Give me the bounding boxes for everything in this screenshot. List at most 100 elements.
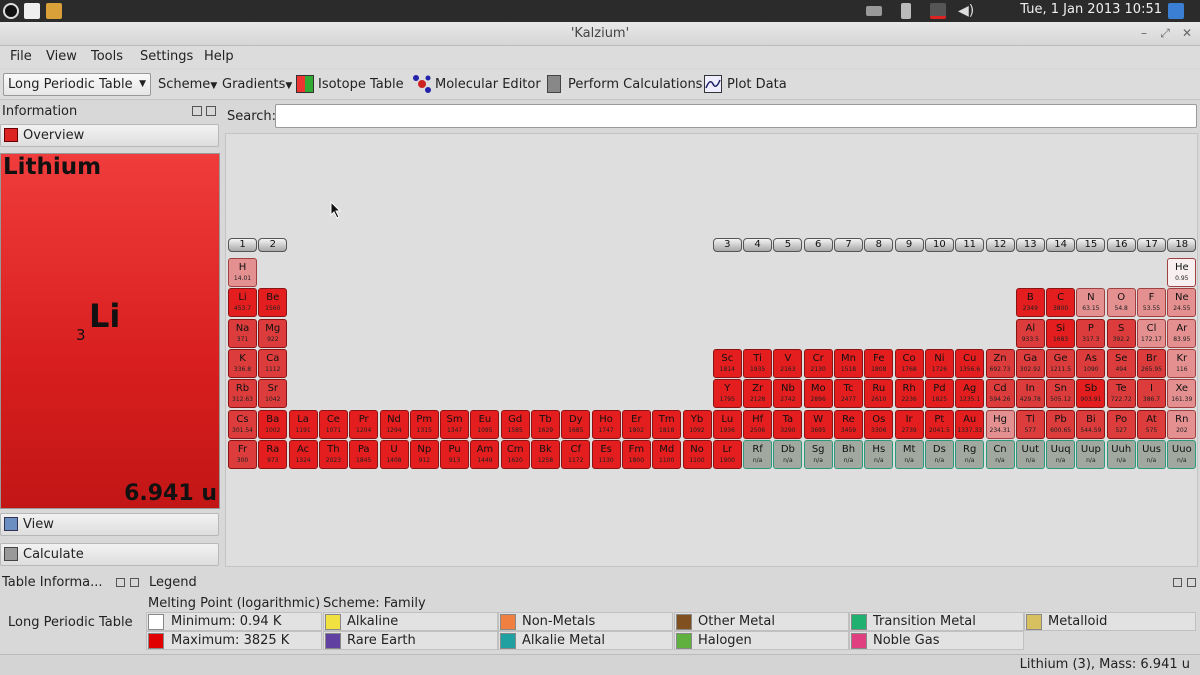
table-type-combo[interactable]: Long Periodic Table ▼: [3, 73, 151, 96]
system-clock[interactable]: Tue, 1 Jan 2013 10:51: [1020, 2, 1162, 17]
element-cell-tl[interactable]: Tl 577: [1015, 409, 1045, 439]
element-cell-er[interactable]: Er 1802: [621, 409, 651, 439]
element-cell-sc[interactable]: Sc 1814: [712, 348, 742, 378]
element-cell-sb[interactable]: Sb 903.91: [1076, 379, 1106, 409]
element-cell-rg[interactable]: Rg n/a: [955, 439, 985, 469]
group-header-6[interactable]: 6: [803, 238, 833, 252]
element-cell-la[interactable]: La 1191: [288, 409, 318, 439]
close-button[interactable]: ✕: [1180, 25, 1194, 41]
network-icon[interactable]: [930, 3, 946, 19]
element-cell-as[interactable]: As 1090: [1076, 348, 1106, 378]
app-launcher-icon[interactable]: [3, 3, 19, 19]
table-info-close-icon[interactable]: [130, 578, 139, 587]
element-cell-rf[interactable]: Rf n/a: [743, 439, 773, 469]
battery-icon[interactable]: [901, 3, 911, 19]
element-cell-ho[interactable]: Ho 1747: [591, 409, 621, 439]
group-header-14[interactable]: 14: [1046, 238, 1076, 252]
group-header-4[interactable]: 4: [743, 238, 773, 252]
element-cell-b[interactable]: B 2349: [1015, 288, 1045, 318]
plot-data-button[interactable]: Plot Data: [727, 77, 787, 92]
element-cell-ru[interactable]: Ru 2610: [864, 379, 894, 409]
element-cell-sr[interactable]: Sr 1042: [258, 379, 288, 409]
group-header-2[interactable]: 2: [258, 238, 288, 252]
calculate-button[interactable]: Calculate: [0, 543, 219, 566]
element-cell-ir[interactable]: Ir 2739: [894, 409, 924, 439]
element-cell-tm[interactable]: Tm 1818: [652, 409, 682, 439]
overview-button[interactable]: Overview: [0, 124, 219, 147]
element-cell-re[interactable]: Re 3459: [834, 409, 863, 439]
element-cell-eu[interactable]: Eu 1095: [470, 409, 500, 439]
element-cell-uut[interactable]: Uut n/a: [1015, 439, 1045, 469]
group-header-16[interactable]: 16: [1106, 238, 1136, 252]
element-cell-cu[interactable]: Cu 1356.6: [955, 348, 985, 378]
element-cell-pr[interactable]: Pr 1204: [349, 409, 379, 439]
element-cell-ta[interactable]: Ta 3290: [773, 409, 803, 439]
element-cell-v[interactable]: V 2163: [773, 348, 803, 378]
element-cell-al[interactable]: Al 933.5: [1015, 318, 1045, 348]
element-cell-cm[interactable]: Cm 1620: [500, 439, 530, 469]
element-cell-ra[interactable]: Ra 973: [258, 439, 288, 469]
group-header-13[interactable]: 13: [1015, 238, 1045, 252]
element-cell-pa[interactable]: Pa 1845: [349, 439, 379, 469]
element-cell-cn[interactable]: Cn n/a: [985, 439, 1015, 469]
isotope-table-icon[interactable]: [296, 75, 314, 93]
element-cell-cf[interactable]: Cf 1172: [561, 439, 591, 469]
element-cell-ge[interactable]: Ge 1211.5: [1046, 348, 1076, 378]
element-cell-ni[interactable]: Ni 1726: [924, 348, 954, 378]
group-header-10[interactable]: 10: [924, 238, 954, 252]
view-button[interactable]: View: [0, 513, 219, 536]
element-cell-nd[interactable]: Nd 1294: [379, 409, 409, 439]
element-cell-fm[interactable]: Fm 1800: [621, 439, 651, 469]
element-cell-ca[interactable]: Ca 1112: [258, 348, 288, 378]
molecular-editor-button[interactable]: Molecular Editor: [435, 77, 541, 92]
volume-icon[interactable]: ◀): [958, 3, 978, 19]
element-cell-dy[interactable]: Dy 1685: [561, 409, 591, 439]
element-cell-bh[interactable]: Bh n/a: [834, 439, 863, 469]
legend-close-icon[interactable]: [1187, 578, 1196, 587]
element-cell-lr[interactable]: Lr 1900: [712, 439, 742, 469]
element-cell-hg[interactable]: Hg 234.31: [985, 409, 1015, 439]
element-cell-bk[interactable]: Bk 1258: [531, 439, 560, 469]
group-header-9[interactable]: 9: [894, 238, 924, 252]
element-cell-at[interactable]: At 575: [1137, 409, 1166, 439]
scheme-button[interactable]: Scheme▼: [158, 77, 217, 92]
element-cell-gd[interactable]: Gd 1585: [500, 409, 530, 439]
element-cell-o[interactable]: O 54.8: [1106, 288, 1136, 318]
element-cell-md[interactable]: Md 1100: [652, 439, 682, 469]
maximize-button[interactable]: ⤢: [1158, 25, 1172, 41]
element-cell-cl[interactable]: Cl 172.17: [1137, 318, 1166, 348]
element-cell-pd[interactable]: Pd 1825: [924, 379, 954, 409]
element-cell-n[interactable]: N 63.15: [1076, 288, 1106, 318]
group-header-18[interactable]: 18: [1167, 238, 1197, 252]
element-cell-uuh[interactable]: Uuh n/a: [1106, 439, 1136, 469]
element-cell-si[interactable]: Si 1683: [1046, 318, 1076, 348]
element-cell-ti[interactable]: Ti 1935: [743, 348, 773, 378]
element-cell-ag[interactable]: Ag 1235.1: [955, 379, 985, 409]
element-cell-h[interactable]: H 14.01: [228, 258, 257, 287]
group-header-11[interactable]: 11: [955, 238, 985, 252]
element-cell-ce[interactable]: Ce 1071: [318, 409, 348, 439]
element-cell-mt[interactable]: Mt n/a: [894, 439, 924, 469]
element-cell-os[interactable]: Os 3306: [864, 409, 894, 439]
element-cell-w[interactable]: W 3695: [803, 409, 833, 439]
element-cell-fe[interactable]: Fe 1808: [864, 348, 894, 378]
element-cell-fr[interactable]: Fr 300: [228, 439, 257, 469]
element-cell-in[interactable]: In 429.78: [1015, 379, 1045, 409]
element-cell-po[interactable]: Po 527: [1106, 409, 1136, 439]
element-cell-rn[interactable]: Rn 202: [1167, 409, 1197, 439]
element-cell-mo[interactable]: Mo 2896: [803, 379, 833, 409]
perform-calculations-button[interactable]: Perform Calculations: [568, 77, 702, 92]
dock-close-icon[interactable]: [206, 106, 216, 116]
menu-settings[interactable]: Settings: [140, 49, 193, 64]
group-header-17[interactable]: 17: [1137, 238, 1166, 252]
element-cell-br[interactable]: Br 265.95: [1137, 348, 1166, 378]
group-header-3[interactable]: 3: [712, 238, 742, 252]
element-cell-mn[interactable]: Mn 1518: [834, 348, 863, 378]
element-cell-tb[interactable]: Tb 1629: [531, 409, 560, 439]
element-cell-kr[interactable]: Kr 116: [1167, 348, 1197, 378]
element-cell-pt[interactable]: Pt 2041.5: [924, 409, 954, 439]
element-cell-cd[interactable]: Cd 594.26: [985, 379, 1015, 409]
menu-view[interactable]: View: [46, 49, 77, 64]
menu-help[interactable]: Help: [204, 49, 234, 64]
element-cell-uuq[interactable]: Uuq n/a: [1046, 439, 1076, 469]
